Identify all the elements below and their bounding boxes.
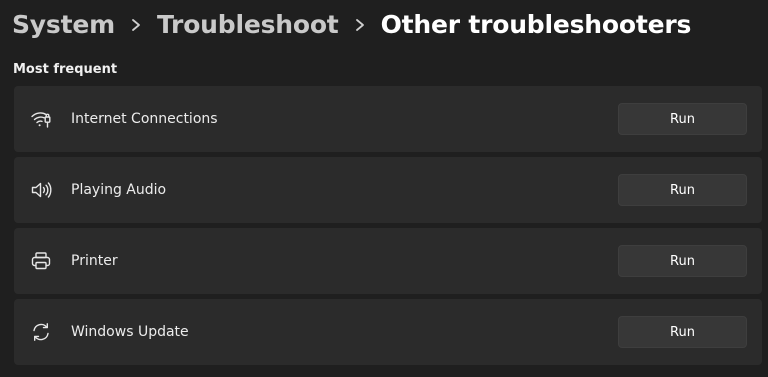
page-title: Other troubleshooters (380, 10, 692, 39)
troubleshooter-printer: Printer Run (14, 228, 762, 294)
breadcrumb: System Troubleshoot Other troubleshooter… (12, 8, 691, 42)
chevron-right-icon (339, 8, 381, 42)
troubleshooter-list: Internet Connections Run Playing Audio R… (14, 86, 762, 370)
troubleshooter-label: Playing Audio (71, 182, 167, 198)
troubleshooter-label: Printer (71, 253, 118, 269)
breadcrumb-system[interactable]: System (12, 8, 115, 42)
run-internet-connections-button[interactable]: Run (618, 103, 747, 135)
chevron-right-icon (115, 8, 157, 42)
section-title: Most frequent (13, 62, 118, 77)
troubleshooter-label: Windows Update (71, 324, 189, 340)
troubleshooter-windows-update: Windows Update Run (14, 299, 762, 365)
run-windows-update-button[interactable]: Run (618, 316, 747, 348)
printer-icon (29, 249, 53, 273)
run-playing-audio-button[interactable]: Run (618, 174, 747, 206)
sync-icon (29, 320, 53, 344)
wifi-icon (29, 107, 53, 131)
speaker-icon (29, 178, 53, 202)
settings-page: System Troubleshoot Other troubleshooter… (0, 0, 768, 377)
run-printer-button[interactable]: Run (618, 245, 747, 277)
troubleshooter-internet-connections: Internet Connections Run (14, 86, 762, 152)
troubleshooter-label: Internet Connections (71, 111, 218, 127)
troubleshooter-playing-audio: Playing Audio Run (14, 157, 762, 223)
breadcrumb-troubleshoot[interactable]: Troubleshoot (157, 8, 339, 42)
